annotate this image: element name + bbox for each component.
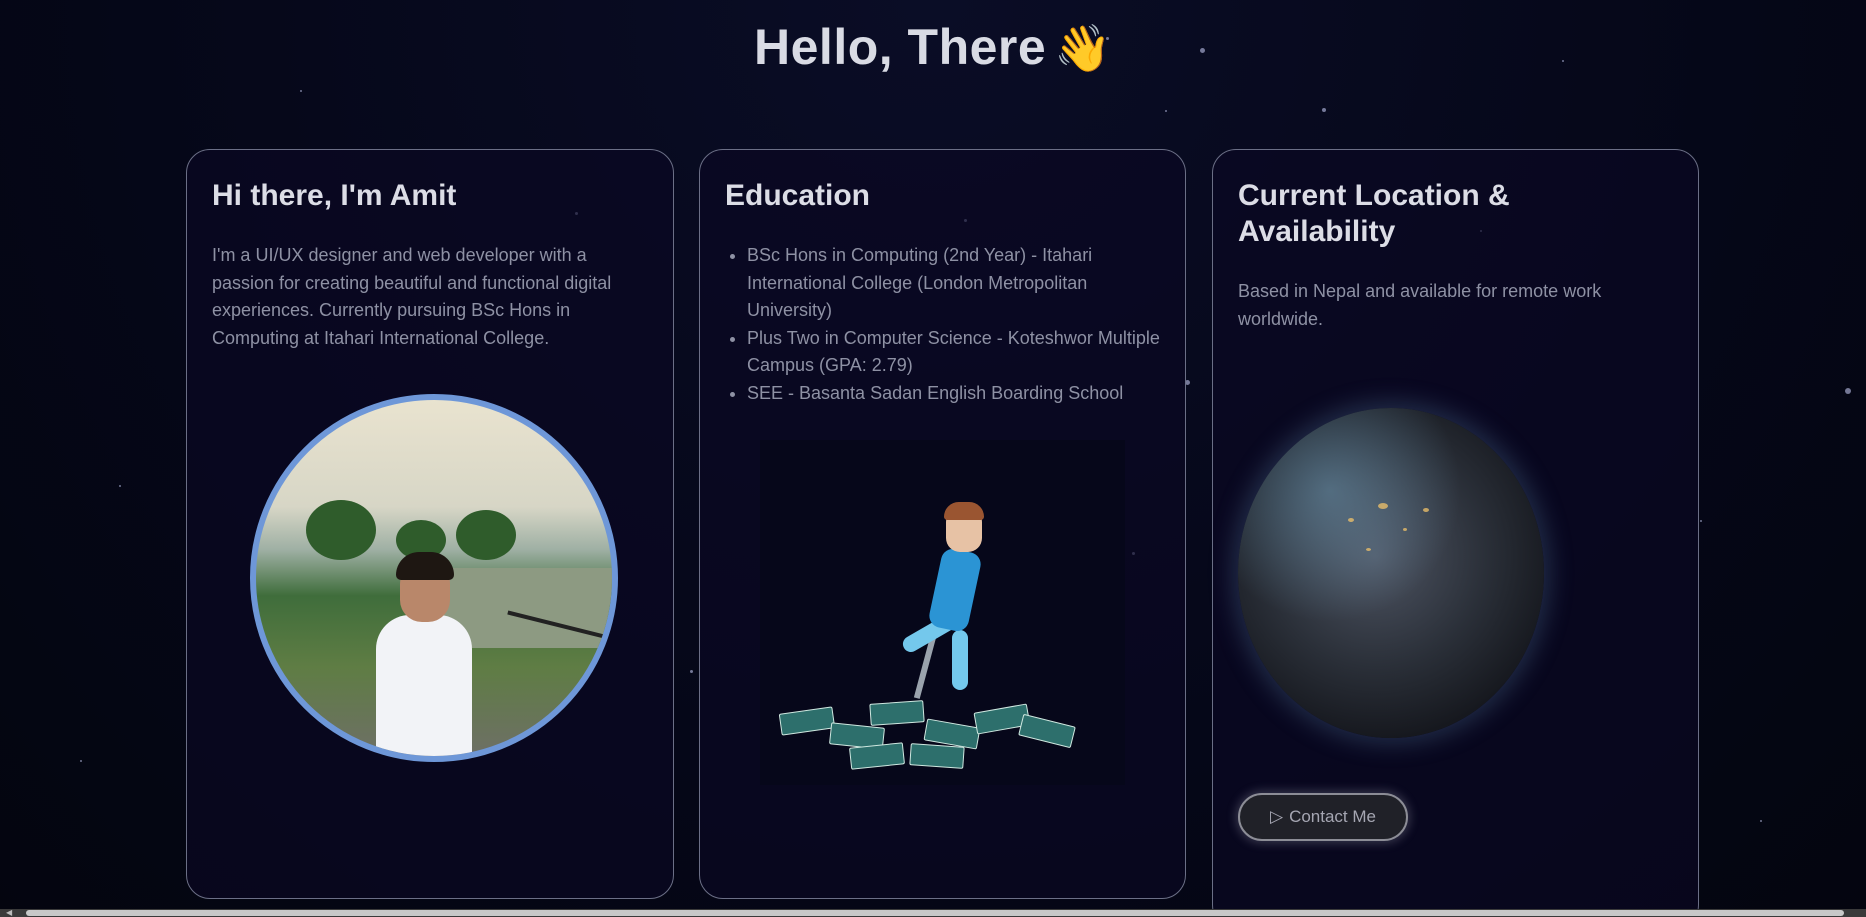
about-description: I'm a UI/UX designer and web developer w… <box>212 245 612 348</box>
waving-hand-icon: 👋 <box>1054 22 1112 74</box>
location-description: Based in Nepal and available for remote … <box>1238 281 1602 329</box>
contact-me-button[interactable]: ▷ Contact Me <box>1238 793 1408 841</box>
education-item: BSc Hons in Computing (2nd Year) - Itaha… <box>747 242 1160 325</box>
earth-globe <box>1238 408 1544 738</box>
education-item: SEE - Basanta Sadan English Boarding Sch… <box>747 380 1160 408</box>
page-headline: Hello, There 👋 <box>0 18 1866 76</box>
student-illustration <box>760 440 1125 785</box>
education-item: Plus Two in Computer Science - Koteshwor… <box>747 325 1160 380</box>
education-card: Education BSc Hons in Computing (2nd Yea… <box>699 149 1186 899</box>
profile-photo <box>250 394 618 762</box>
education-title: Education <box>725 179 871 212</box>
about-title: Hi there, I'm Amit <box>212 179 457 212</box>
education-list: BSc Hons in Computing (2nd Year) - Itaha… <box>725 242 1160 407</box>
page: Hello, There 👋 Hi there, I'm Amit I'm a U… <box>0 0 1866 917</box>
location-title: Current Location & Availability <box>1238 179 1510 248</box>
scrollbar-thumb[interactable] <box>26 910 1844 916</box>
contact-me-label: Contact Me <box>1289 807 1376 826</box>
about-card: Hi there, I'm Amit I'm a UI/UX designer … <box>186 149 674 899</box>
horizontal-scrollbar[interactable]: ◀ <box>0 909 1866 917</box>
scroll-left-arrow-icon[interactable]: ◀ <box>6 909 12 917</box>
headline-text: Hello, There <box>754 19 1047 75</box>
send-icon: ▷ <box>1269 807 1284 826</box>
location-card: Current Location & Availability Based in… <box>1212 149 1699 917</box>
